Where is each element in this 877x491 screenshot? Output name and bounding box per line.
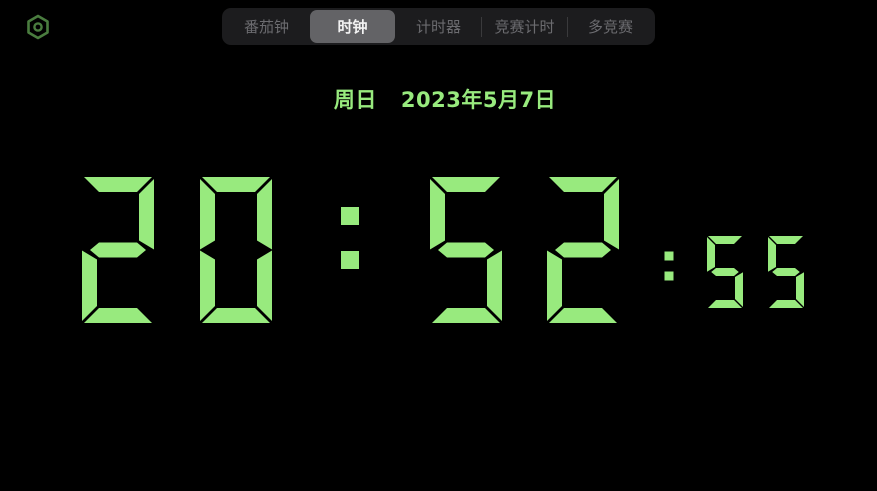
date-display: 周日 2023年5月7日 [0,84,877,114]
hour-ones-digit-segment-d [202,308,270,323]
seven-segment-clock [82,177,804,323]
hour-ones-digit-segment-b [257,179,272,250]
hour-ones-digit-segment-f [200,179,215,250]
hour-tens-digit-segment-e [82,250,97,321]
hour-minute-colon-dot-2 [341,251,359,269]
mode-segmented-control: 番茄钟 时钟 计时器 竞赛计时 多竞赛 [222,8,655,45]
second-tens-digit-segment-a [708,236,742,244]
hour-ones-digit-segment-a [202,177,270,192]
hour-tens-digit [82,177,154,323]
hour-ones-digit [200,177,272,323]
hour-ones-digit-segment-e [200,250,215,321]
minute-second-colon-dot-1 [664,251,674,261]
second-tens-digit-segment-c [735,272,743,307]
hour-tens-digit-segment-d [84,308,152,323]
second-ones-digit [768,236,804,308]
second-tens-digit-segment-d [708,300,742,308]
tab-clock[interactable]: 时钟 [310,10,395,43]
hour-tens-digit-segment-a [84,177,152,192]
hour-tens-digit-segment-b [139,179,154,250]
minute-ones-digit-segment-g [555,242,611,258]
time-display [0,0,877,491]
clock-app: 番茄钟 时钟 计时器 竞赛计时 多竞赛 周日 2023年5月7日 [0,0,877,491]
minute-tens-digit-segment-a [432,177,500,192]
hour-ones-digit-segment-c [257,250,272,321]
second-ones-digit-segment-f [768,237,776,272]
minute-ones-digit-segment-d [549,308,617,323]
minute-ones-digit [547,177,619,323]
second-ones-digit-segment-d [769,300,803,308]
weekday-label: 周日 [333,88,377,112]
minute-ones-digit-segment-a [549,177,617,192]
second-tens-digit-segment-f [707,237,715,272]
minute-ones-digit-segment-b [604,179,619,250]
minute-tens-digit-segment-d [432,308,500,323]
second-tens-digit [707,236,743,308]
hour-minute-colon-dot-1 [341,207,359,225]
tab-race-timer[interactable]: 竞赛计时 [482,10,567,43]
second-ones-digit-segment-g [772,268,800,276]
second-ones-digit-segment-c [796,272,804,307]
minute-tens-digit-segment-g [438,242,494,258]
settings-hexagon-icon [27,14,49,40]
tab-multi-race[interactable]: 多竞赛 [568,10,653,43]
minute-tens-digit-segment-f [430,179,445,250]
date-label: 2023年5月7日 [400,88,557,112]
second-tens-digit-segment-g [711,268,739,276]
second-ones-digit-segment-a [769,236,803,244]
tab-pomodoro[interactable]: 番茄钟 [224,10,309,43]
minute-tens-digit [430,177,502,323]
minute-tens-digit-segment-c [487,250,502,321]
hour-tens-digit-segment-g [90,242,146,258]
minute-second-colon-dot-2 [664,271,674,281]
tab-timer[interactable]: 计时器 [396,10,481,43]
settings-button[interactable] [24,13,52,41]
minute-ones-digit-segment-e [547,250,562,321]
